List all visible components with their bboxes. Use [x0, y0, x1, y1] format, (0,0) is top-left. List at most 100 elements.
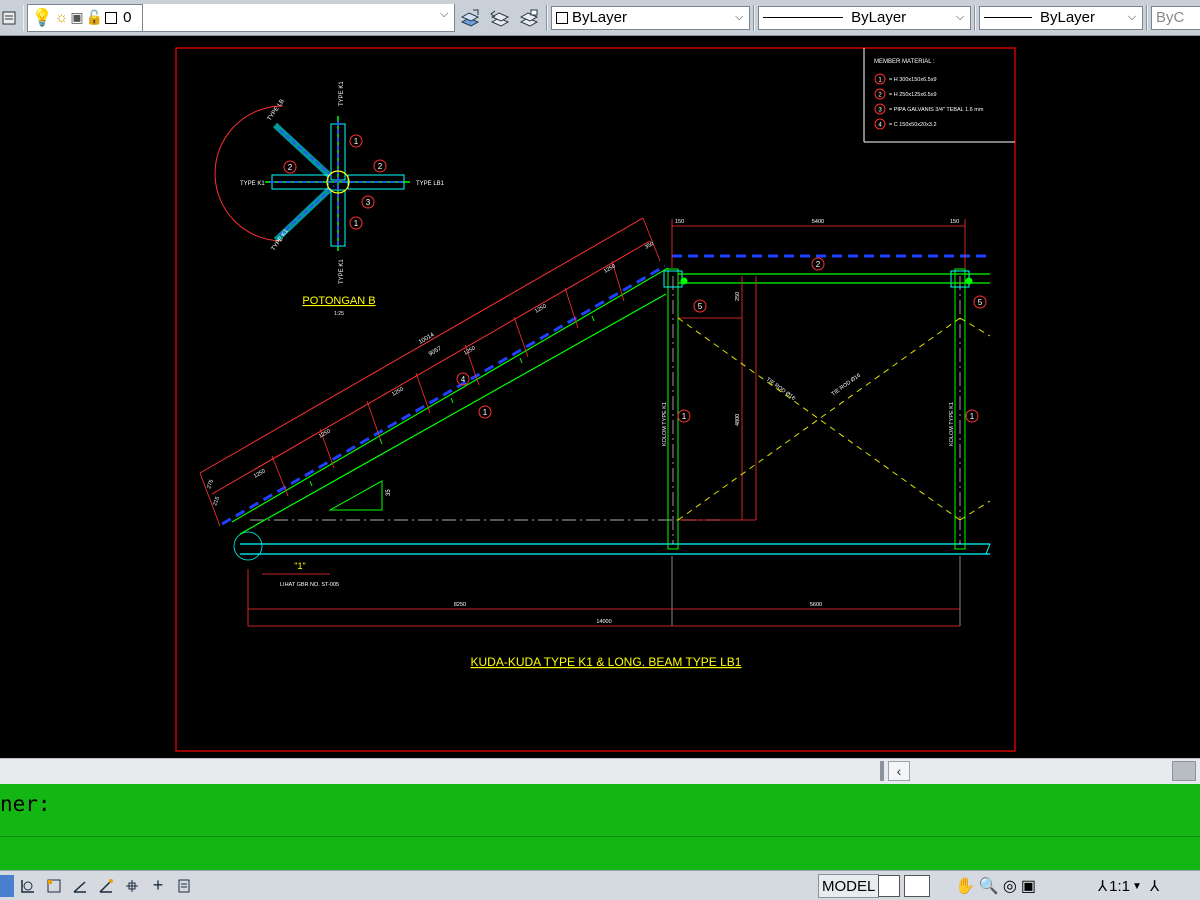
detail-label: "1" [294, 561, 305, 571]
svg-text:5: 5 [698, 302, 703, 311]
color-swatch [555, 11, 568, 24]
showmotion-icon[interactable]: ▣ [1021, 876, 1036, 896]
horizontal-scrollbar[interactable]: ‹ [0, 758, 1200, 784]
svg-text:2: 2 [378, 162, 383, 171]
material-desc: = C 150x50x20x3.2 [889, 122, 937, 128]
section-title: POTONGAN B [302, 295, 375, 307]
material-no: 4 [878, 122, 882, 129]
section-scale: 1:25 [334, 311, 344, 317]
model-space-button[interactable]: MODEL [818, 874, 880, 898]
top-dim: 150 [950, 219, 959, 225]
quick-view-layouts-icon[interactable] [878, 875, 900, 897]
material-row: 4 = C 150x50x20x3.2 [874, 118, 937, 130]
chevron-down-icon[interactable]: ⌵ [952, 9, 968, 27]
drawing-title: KUDA-KUDA TYPE K1 & LONG. BEAM TYPE LB1 [471, 655, 742, 669]
slope-small-dim: 275 [206, 479, 215, 490]
layer-previous-icon[interactable] [484, 7, 515, 29]
snap-mode-icon[interactable] [16, 874, 40, 898]
lineweight-value: ByLayer [1039, 9, 1096, 26]
slope-seg-dim: 1250 [253, 468, 267, 479]
top-dim: 150 [675, 219, 684, 225]
object-snap-icon[interactable] [120, 874, 144, 898]
plotstyle-value: ByC [1156, 9, 1185, 26]
dynamic-ucs-icon[interactable] [172, 874, 196, 898]
lightbulb-icon[interactable]: 💡 [31, 8, 52, 28]
slope-mid-dim: 9057 [428, 346, 443, 358]
cad-drawing[interactable]: MEMBER MATERIAL : 1 = H 300x150x6.5x9 2 … [0, 36, 1200, 758]
chevron-down-icon[interactable]: ⌵ [436, 6, 452, 24]
toolbar-separator [545, 4, 548, 31]
lineweight-control[interactable]: ByLayer ⌵ [978, 5, 1144, 30]
section-label: TYPE K1 [339, 81, 345, 106]
svg-text:5: 5 [978, 298, 983, 307]
brace-label: TIE ROD Ø16 [831, 373, 862, 398]
toolbar-separator [1146, 4, 1149, 31]
section-b-detail: TYPE K1 TYPE K1 TYPE K1 TYPE LB1 TYPE LB… [214, 81, 445, 317]
unlock-icon[interactable]: 🔓 [86, 9, 103, 26]
linetype-control[interactable]: ByLayer ⌵ [758, 5, 972, 30]
color-value: ByLayer [571, 9, 627, 26]
scrollbar-grip[interactable] [880, 761, 884, 781]
model-label: MODEL [822, 877, 876, 895]
infer-constraints-icon[interactable] [0, 874, 14, 897]
layer-color-swatch [105, 11, 118, 24]
chevron-down-icon[interactable]: ⌵ [1124, 9, 1140, 27]
material-desc: = PIPA GALVANIS 3/4" TEBAL 1.6 mm [889, 107, 984, 113]
layer-states-manager-icon[interactable] [516, 7, 543, 29]
chevron-down-icon[interactable]: ▼ [1132, 881, 1142, 892]
scroll-left-button[interactable]: ‹ [888, 761, 910, 781]
plotstyle-control[interactable]: ByC [1151, 5, 1200, 30]
zoom-icon[interactable]: 🔍 [979, 876, 999, 896]
bottom-dim: 5600 [810, 602, 822, 608]
svg-text:2: 2 [816, 260, 821, 269]
linetype-preview [763, 17, 844, 18]
toolbar-separator [974, 4, 976, 31]
material-no: 3 [878, 107, 882, 114]
object-snap-tracking-icon[interactable]: + [146, 874, 170, 898]
properties-toolbar: 💡 ☼ ▣ 🔓 0 ⌵ ByLayer ⌵ ByLayer ⌵ ByLayer … [0, 0, 1200, 36]
material-row: 2 = H 250x125x6.5x9 [874, 88, 937, 100]
svg-text:2: 2 [288, 163, 293, 172]
lineweight-preview [983, 17, 1032, 18]
command-input[interactable] [0, 837, 1200, 870]
viewport-freeze-icon[interactable]: ▣ [70, 9, 83, 26]
annotation-visibility-icon[interactable]: ⅄ [1150, 877, 1159, 895]
section-label: TYPE K1 [240, 181, 265, 187]
toolbar-separator [22, 4, 25, 31]
bottom-dim: 8250 [454, 602, 466, 608]
material-desc: = H 300x150x6.5x9 [889, 77, 937, 83]
slope-seg-dim: 1250 [534, 303, 548, 314]
layout-tabs [878, 874, 930, 898]
chevron-down-icon[interactable]: ⌵ [731, 9, 747, 27]
column-label: KOLOM TYPE K1 [662, 402, 668, 446]
layer-states-icon[interactable] [0, 7, 20, 29]
steering-wheel-icon[interactable]: ◎ [1003, 876, 1017, 896]
slope-seg-dim: 1250 [603, 263, 617, 274]
slope-seg-dim: 1250 [463, 345, 477, 356]
make-current-layer-icon[interactable] [455, 7, 484, 29]
column-label: KOLOM TYPE K1 [949, 402, 955, 446]
pan-icon[interactable]: ✋ [955, 876, 975, 896]
sun-icon[interactable]: ☼ [55, 9, 69, 26]
layer-list-combo[interactable]: ⌵ [142, 3, 456, 32]
material-row: 1 = H 300x150x6.5x9 [874, 73, 937, 85]
layer-dropdown[interactable]: 💡 ☼ ▣ 🔓 0 [27, 3, 143, 32]
scrollbar-thumb[interactable] [1172, 761, 1196, 781]
quick-view-drawings-icon[interactable] [904, 875, 930, 897]
ortho-mode-icon[interactable] [68, 874, 92, 898]
drawing-canvas[interactable]: MEMBER MATERIAL : 1 = H 300x150x6.5x9 2 … [0, 36, 1200, 758]
grid-display-icon[interactable] [42, 874, 66, 898]
cross-dim: 250 [735, 292, 741, 301]
polar-tracking-icon[interactable] [94, 874, 118, 898]
svg-text:1: 1 [354, 137, 359, 146]
command-line-window: ner: [0, 784, 1200, 870]
top-dim: 5400 [812, 219, 824, 225]
annotation-scale-value: 1:1 [1109, 877, 1131, 895]
eave-dim: 350 [644, 241, 655, 251]
svg-text:1: 1 [483, 408, 488, 417]
annotation-scale[interactable]: ⅄ 1:1 ▼ ⅄ [1098, 874, 1159, 898]
svg-text:1: 1 [682, 412, 687, 421]
annotation-scale-icon: ⅄ [1098, 878, 1108, 895]
material-desc: = H 250x125x6.5x9 [889, 92, 937, 98]
color-control[interactable]: ByLayer ⌵ [550, 5, 751, 30]
